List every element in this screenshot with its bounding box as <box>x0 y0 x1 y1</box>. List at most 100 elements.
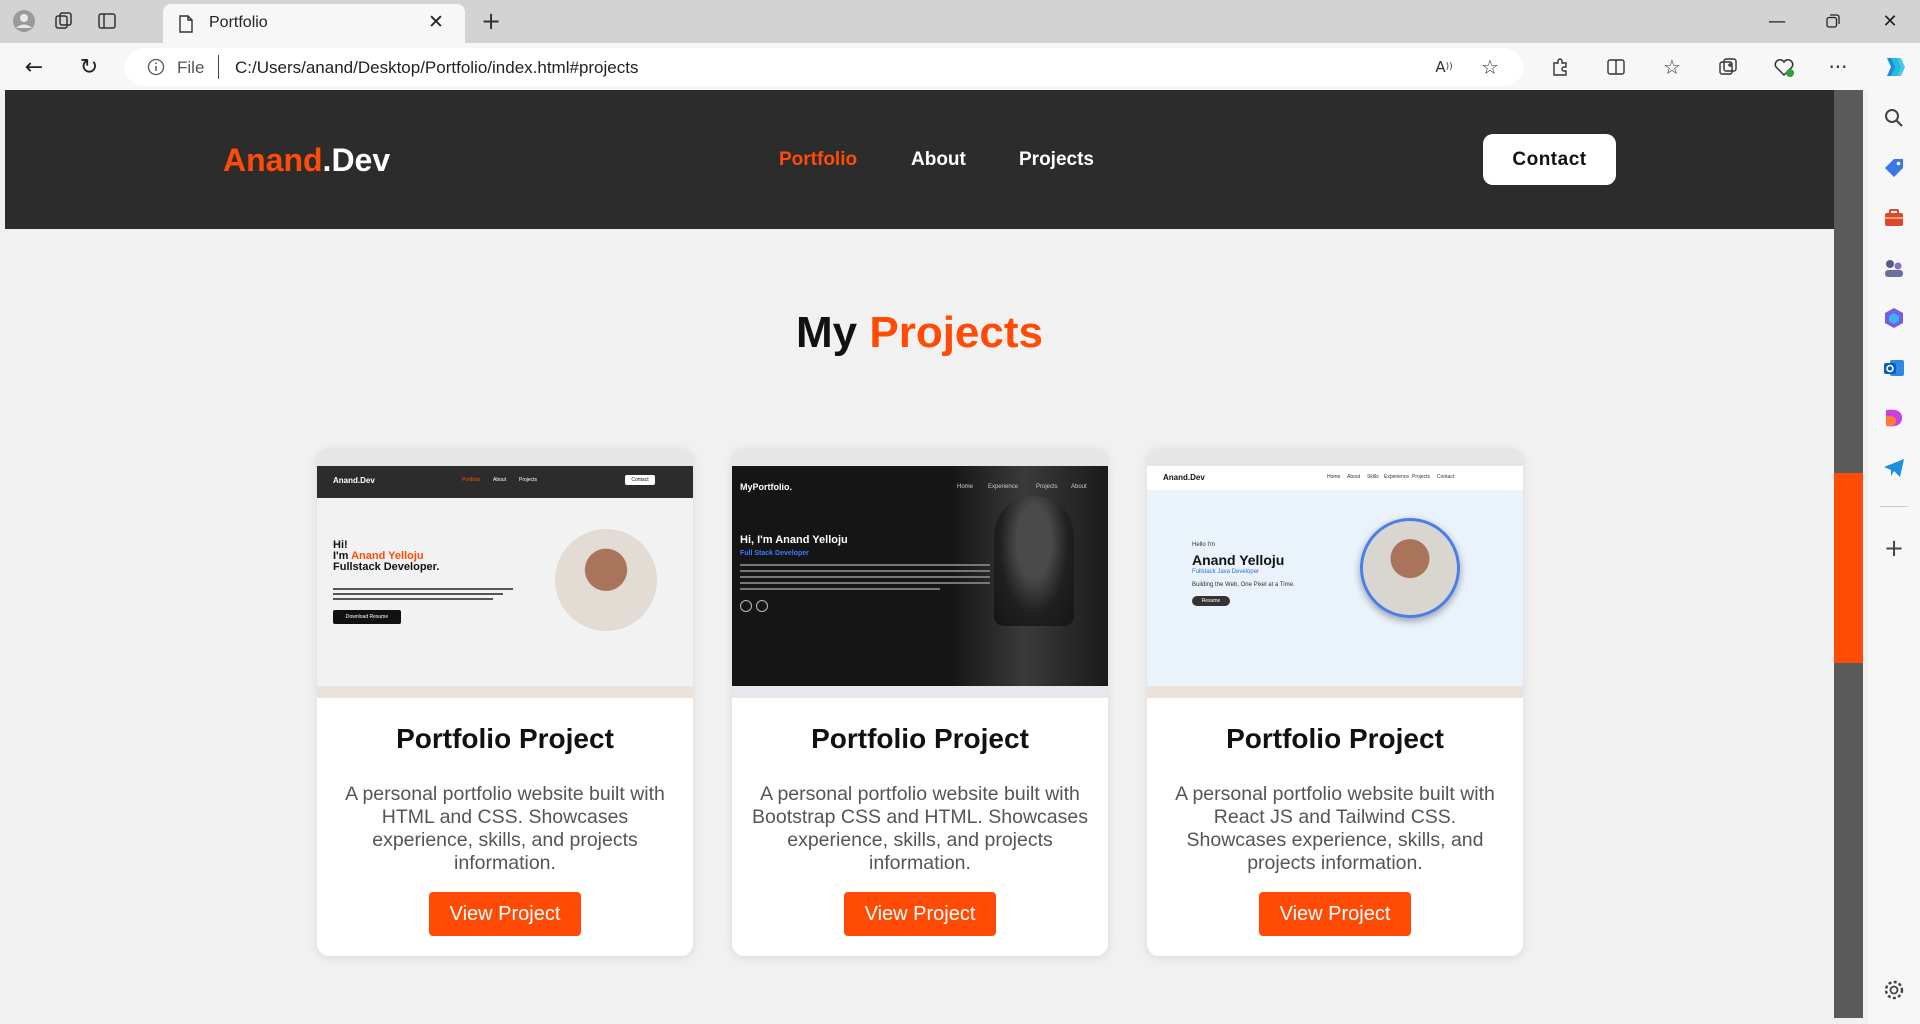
card-title: Portfolio Project <box>396 723 614 754</box>
mini-navbar: Anand.Dev Home About Skills Experience P… <box>1147 466 1523 490</box>
project-card: Anand.Dev Home About Skills Experience P… <box>1147 448 1523 956</box>
browser-tab-bar: Portfolio ✕ + — ✕ <box>0 0 1920 43</box>
tab-actions-icon[interactable] <box>93 8 121 34</box>
extensions-icon[interactable] <box>1544 51 1576 83</box>
more-icon[interactable]: ··· <box>1822 51 1854 83</box>
read-aloud-icon[interactable]: A)) <box>1428 51 1460 83</box>
copilot-icon[interactable] <box>1878 51 1910 83</box>
site-navbar: Anand.Dev Portfolio About Projects Conta… <box>5 90 1834 229</box>
profile-icon[interactable] <box>10 8 38 34</box>
url-scheme-label: File <box>177 58 205 77</box>
project-screenshot: Anand.Dev Home About Skills Experience P… <box>1147 448 1523 698</box>
section-title: My Projects <box>796 308 1043 357</box>
card-description: A personal portfolio website built with … <box>345 783 665 874</box>
page-scrollbar[interactable] <box>1834 90 1863 1018</box>
mini-role: Full Stack Developer <box>740 550 809 557</box>
project-card: MyPortfolio. Home Experience Projects Ab… <box>732 448 1108 956</box>
mini-hello: Hello I'm <box>1192 542 1216 548</box>
mini-resume-button: Resume <box>1192 596 1230 606</box>
m365-icon[interactable] <box>1882 306 1906 330</box>
mini-nav-item: Projects <box>1412 474 1431 480</box>
mini-nav-item: Skills <box>1367 474 1379 480</box>
site-logo[interactable]: Anand.Dev <box>223 142 390 179</box>
mini-avatar <box>1360 518 1460 618</box>
mini-nav-item: About <box>493 477 507 483</box>
refresh-icon[interactable]: ↻ <box>73 51 105 83</box>
mini-role: Fullstack Java Developer <box>1192 569 1260 575</box>
page-icon <box>179 15 193 38</box>
mini-logo: MyPortfolio. <box>740 482 792 492</box>
mini-nav-item: Home <box>957 484 974 490</box>
mini-nav-item: Projects <box>1036 484 1058 490</box>
telegram-icon[interactable] <box>1882 456 1906 480</box>
outlook-icon[interactable] <box>1882 356 1906 380</box>
card-description: A personal portfolio website built with … <box>752 783 1088 874</box>
mini-nav-item: Experience <box>988 484 1019 490</box>
page-viewport: Anand.Dev Portfolio About Projects Conta… <box>5 90 1834 1018</box>
favorites-icon[interactable]: ☆ <box>1656 51 1688 83</box>
mini-social-icon <box>740 600 752 612</box>
view-project-button[interactable]: View Project <box>429 892 581 936</box>
address-toolbar: ← ↻ File C:/Users/anand/Desktop/Portfoli… <box>0 43 1920 90</box>
mini-navbar: Anand.Dev Portfolio About Projects Conta… <box>317 466 693 498</box>
mini-heading: Hi, I'm Anand Yelloju <box>740 534 848 546</box>
mini-nav-item: About <box>1347 474 1361 480</box>
mini-browser-chrome <box>732 448 1108 466</box>
settings-icon[interactable] <box>1882 978 1906 1002</box>
mini-taskbar <box>317 686 693 698</box>
mini-nav-item: Experience <box>1384 474 1410 480</box>
mini-logo: Anand.Dev <box>333 476 375 485</box>
mini-hero: Hi! I'm Anand Yelloju Fullstack Develope… <box>317 498 693 686</box>
card-title: Portfolio Project <box>811 723 1029 754</box>
edge-sidebar: + <box>1868 90 1920 1024</box>
url-text[interactable]: C:/Users/anand/Desktop/Portfolio/index.h… <box>235 58 638 78</box>
mini-resume-button: Download Resume <box>333 610 401 624</box>
mini-taskbar <box>732 686 1108 698</box>
mini-nav-item: Projects <box>519 477 538 483</box>
tools-icon[interactable] <box>1882 206 1906 230</box>
close-window-icon[interactable]: ✕ <box>1870 7 1910 35</box>
info-icon[interactable] <box>147 58 165 81</box>
address-bar[interactable]: File C:/Users/anand/Desktop/Portfolio/in… <box>125 48 1523 86</box>
project-screenshot: MyPortfolio. Home Experience Projects Ab… <box>732 448 1108 698</box>
view-project-button[interactable]: View Project <box>844 892 996 936</box>
mini-logo: Anand.Dev <box>1163 473 1205 482</box>
mini-portrait <box>994 496 1074 626</box>
contact-button[interactable]: Contact <box>1483 134 1616 185</box>
restore-icon[interactable] <box>1813 7 1853 35</box>
favorite-star-icon[interactable]: ☆ <box>1474 51 1506 83</box>
split-screen-icon[interactable] <box>1600 51 1632 83</box>
active-tab[interactable]: Portfolio ✕ <box>163 4 465 43</box>
mini-social-icon <box>756 600 768 612</box>
workspaces-icon[interactable] <box>50 8 78 34</box>
nav-projects[interactable]: Projects <box>1019 149 1094 171</box>
card-description: A personal portfolio website built with … <box>1175 783 1495 874</box>
mini-hero-text: Hi! I'm Anand Yelloju Fullstack Develope… <box>333 539 440 573</box>
mini-avatar <box>555 529 657 631</box>
nav-about[interactable]: About <box>911 149 966 171</box>
tab-title: Portfolio <box>209 14 268 31</box>
add-icon[interactable]: + <box>1882 536 1906 560</box>
close-icon[interactable]: ✕ <box>428 11 444 33</box>
view-project-button[interactable]: View Project <box>1259 892 1411 936</box>
new-tab-icon[interactable]: + <box>477 7 505 35</box>
nav-portfolio[interactable]: Portfolio <box>779 149 857 171</box>
mini-nav-item: About <box>1071 484 1087 490</box>
project-card: Anand.Dev Portfolio About Projects Conta… <box>317 448 693 956</box>
mini-taskbar <box>1147 686 1523 698</box>
shopping-icon[interactable] <box>1882 156 1906 180</box>
games-icon[interactable] <box>1882 256 1906 280</box>
browser-essentials-icon[interactable] <box>1768 51 1800 83</box>
scrollbar-thumb[interactable] <box>1834 473 1863 663</box>
url-separator <box>218 55 219 79</box>
mini-hero: Hello I'm Anand Yelloju Fullstack Java D… <box>1147 490 1523 686</box>
back-icon[interactable]: ← <box>18 51 50 83</box>
mini-nav-item: Home <box>1327 474 1341 480</box>
minimize-icon[interactable]: — <box>1757 7 1797 35</box>
search-icon[interactable] <box>1882 106 1906 130</box>
collections-icon[interactable] <box>1712 51 1744 83</box>
card-title: Portfolio Project <box>1226 723 1444 754</box>
mini-nav-item: Contact <box>1437 474 1455 480</box>
mini-name: Anand Yelloju <box>1192 552 1285 568</box>
designer-icon[interactable] <box>1882 406 1906 430</box>
